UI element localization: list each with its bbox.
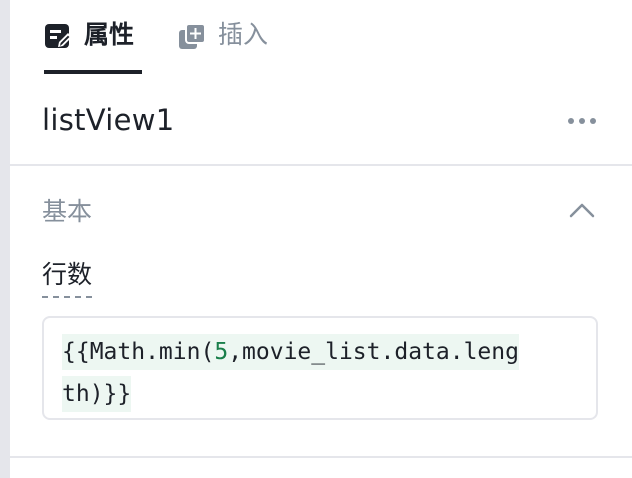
code-number: 5 (214, 339, 229, 365)
properties-panel: 属性 插入 listView1 基本 行数 {{Math.min(5,movie… (0, 0, 632, 478)
more-options-button[interactable] (562, 104, 602, 134)
add-copy-icon (178, 23, 206, 51)
divider (10, 164, 632, 166)
tab-insert-label: 插入 (218, 20, 269, 49)
tab-properties[interactable]: 属性 (44, 0, 142, 74)
code-text: th)}} (62, 381, 132, 407)
rows-expression-input[interactable]: {{Math.min(5,movie_list.data.leng th)}} (42, 316, 598, 420)
left-panel-edge (0, 0, 10, 478)
code-line: {{Math.min(5,movie_list.data.leng (62, 334, 519, 370)
tab-properties-label: 属性 (84, 20, 135, 49)
chevron-up-icon (569, 202, 595, 222)
rows-field-label: 行数 (42, 256, 93, 298)
tab-bar: 属性 插入 (10, 0, 632, 74)
code-text: ,movie_list.data.leng (228, 339, 519, 365)
collapse-section-button[interactable] (564, 196, 600, 228)
section-title: 基本 (42, 197, 93, 226)
code-line: th)}} (62, 376, 132, 412)
divider (10, 456, 632, 458)
code-text: {{Math.min( (62, 339, 215, 365)
more-horizontal-icon (567, 110, 597, 129)
tab-insert[interactable]: 插入 (178, 0, 288, 74)
edit-form-icon (44, 23, 72, 51)
component-name: listView1 (42, 103, 175, 137)
